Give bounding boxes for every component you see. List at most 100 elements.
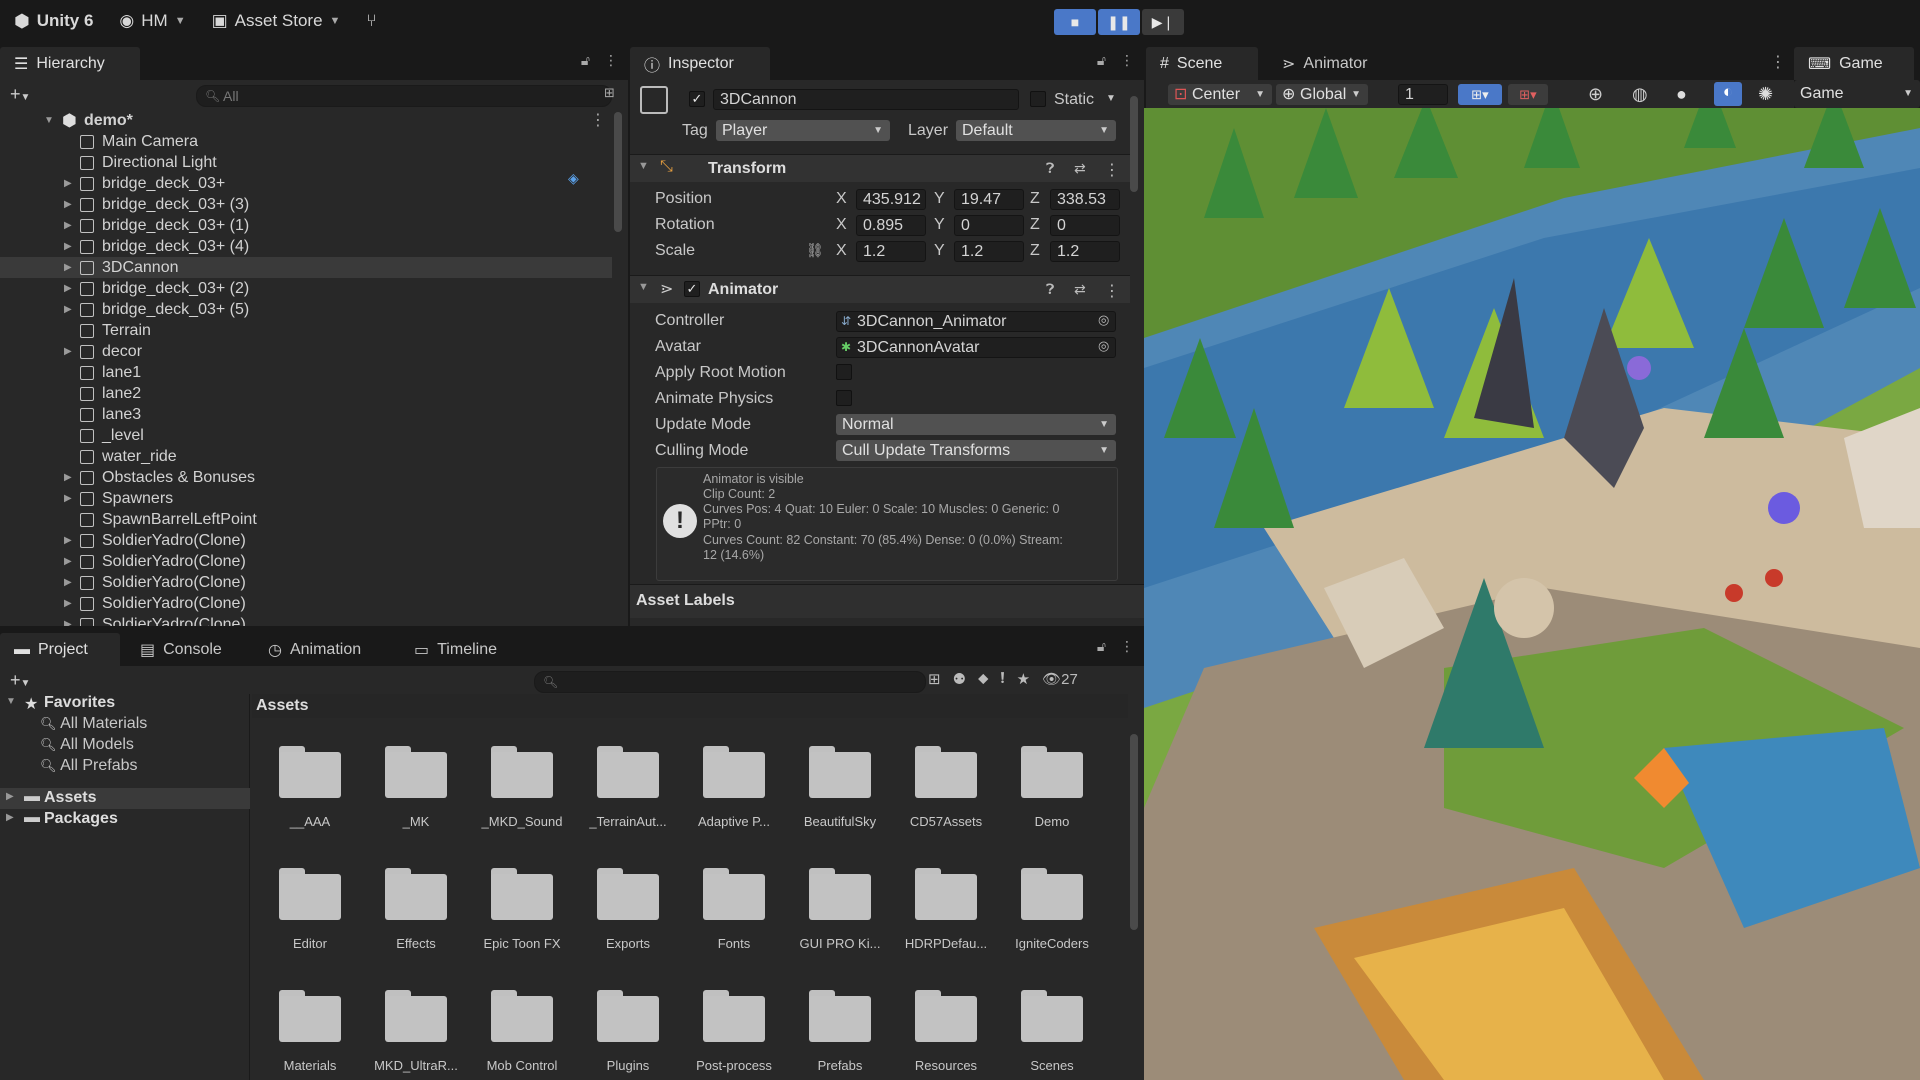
more-icon[interactable]: ⋮ — [1120, 638, 1134, 655]
hierarchy-search-input[interactable]: 🔍︎ All — [196, 85, 612, 107]
project-search-input[interactable]: 🔍︎ — [534, 671, 926, 693]
hierarchy-row[interactable]: water_ride — [0, 446, 612, 467]
hierarchy-scrollbar[interactable] — [614, 112, 622, 232]
hierarchy-row[interactable]: ▶ bridge_deck_03+ — [0, 173, 612, 194]
animate-physics-checkbox[interactable] — [836, 390, 852, 406]
asset-store-dropdown[interactable]: ▣ Asset Store ▼ — [212, 11, 341, 31]
scene-root-row[interactable]: ▼ ⬢ demo* ⋮ — [0, 110, 612, 131]
tab-animation[interactable]: ◷ Animation — [254, 633, 375, 666]
hierarchy-row[interactable]: ▶ Spawners — [0, 488, 612, 509]
asset-folder[interactable]: BeautifulSky — [804, 744, 918, 854]
preset-icon[interactable]: ⇄ — [1074, 160, 1086, 177]
tab-animator[interactable]: ⋗ Animator — [1268, 47, 1381, 80]
hierarchy-row[interactable]: ▶ bridge_deck_03+ (5) — [0, 299, 612, 320]
hierarchy-row[interactable]: ▶ bridge_deck_03+ (2) — [0, 278, 612, 299]
rotation-x-field[interactable]: 0.895 — [856, 215, 926, 236]
create-asset-button[interactable]: +▼ — [10, 670, 30, 691]
expand-arrow-icon[interactable]: ▶ — [64, 278, 72, 299]
hierarchy-row[interactable]: ▶ SoldierYadro(Clone) — [0, 572, 612, 593]
log-icon[interactable]: ❗︎ — [1001, 670, 1005, 688]
asset-folder[interactable]: Exports — [597, 866, 706, 976]
account-dropdown[interactable]: ◉ HM ▼ — [119, 11, 185, 31]
hierarchy-row[interactable]: lane3 — [0, 404, 612, 425]
hierarchy-row[interactable]: ▶ bridge_deck_03+ (4) — [0, 236, 612, 257]
link-icon[interactable]: ⛓︎ — [806, 242, 824, 259]
effects-icon[interactable]: ✺ — [1758, 84, 1773, 105]
expand-arrow-icon[interactable]: ▶ — [64, 614, 72, 626]
hierarchy-row[interactable]: ▶ Obstacles & Bonuses — [0, 467, 612, 488]
lock-icon[interactable]: 🔓︎ — [581, 52, 590, 69]
tab-scene[interactable]: # Scene — [1146, 47, 1258, 80]
asset-folder[interactable]: Effects — [385, 866, 494, 976]
expand-arrow-icon[interactable]: ▶ — [64, 215, 72, 236]
hierarchy-row[interactable]: Directional Light — [0, 152, 612, 173]
object-picker-icon[interactable]: ◎ — [1098, 312, 1109, 328]
expand-arrow-icon[interactable]: ▶ — [64, 467, 72, 488]
collapse-arrow-icon[interactable]: ▼ — [638, 281, 649, 293]
pause-button[interactable]: ❚❚ — [1098, 9, 1140, 35]
asset-folder[interactable]: Epic Toon FX — [483, 866, 600, 976]
game-display-dropdown[interactable]: Game — [1794, 80, 1920, 108]
asset-folder[interactable]: Scenes — [1021, 988, 1130, 1080]
expand-arrow-icon[interactable]: ▶ — [6, 812, 14, 823]
breadcrumb-item[interactable]: Assets — [256, 697, 308, 715]
favorite-star-icon[interactable]: ★ — [1017, 670, 1030, 688]
favorite-all-prefabs[interactable]: 🔍︎ All Prefabs — [40, 757, 138, 775]
update-mode-dropdown[interactable]: Normal — [836, 414, 1116, 435]
transform-header[interactable] — [630, 154, 1130, 182]
lighting-mode-icon[interactable]: ◐ — [1714, 82, 1742, 106]
asset-folder[interactable]: GUI PRO Ki... — [800, 866, 918, 976]
controller-field[interactable]: ⇵ 3DCannon_Animator — [836, 311, 1116, 332]
more-icon[interactable]: ⋮ — [1104, 160, 1120, 180]
more-icon[interactable]: ⋮ — [590, 110, 606, 131]
expand-arrow-icon[interactable]: ▶ — [64, 593, 72, 614]
asset-folder[interactable]: __AAA — [279, 744, 388, 854]
expand-arrow-icon[interactable]: ▶ — [6, 791, 14, 802]
project-scrollbar[interactable] — [1130, 734, 1138, 930]
static-checkbox[interactable] — [1030, 91, 1046, 107]
asset-folder[interactable]: _TerrainAut... — [589, 744, 706, 854]
expand-arrow-icon[interactable]: ▶ — [64, 299, 72, 320]
expand-arrow-icon[interactable]: ▶ — [64, 488, 72, 509]
expand-arrow-icon[interactable]: ▶ — [64, 236, 72, 257]
tab-game[interactable]: ⌨ Game — [1794, 47, 1914, 80]
more-icon[interactable]: ⋮ — [604, 52, 618, 69]
scale-z-field[interactable]: 1.2 — [1050, 241, 1120, 262]
tab-timeline[interactable]: ▭ Timeline — [400, 633, 511, 666]
filter-label-icon[interactable]: ⬥ — [978, 670, 989, 688]
version-control-button[interactable]: ⑂ — [366, 11, 376, 31]
expand-arrow-icon[interactable]: ▶ — [64, 341, 72, 362]
hierarchy-row[interactable]: Main Camera — [0, 131, 612, 152]
hierarchy-row[interactable]: ▶ SoldierYadro(Clone) — [0, 614, 612, 626]
position-x-field[interactable]: 435.912 — [856, 189, 926, 210]
asset-folder[interactable]: _MK — [385, 744, 494, 854]
pivot-dropdown[interactable]: ⊡ Center — [1168, 84, 1272, 105]
hierarchy-row[interactable]: ▶ 3DCannon — [0, 257, 612, 278]
layer-dropdown[interactable]: Default — [956, 120, 1116, 141]
hierarchy-row[interactable]: _level — [0, 425, 612, 446]
asset-folder[interactable]: CD57Assets — [910, 744, 1024, 854]
asset-folder[interactable]: Demo — [1021, 744, 1130, 854]
grid-snap-field[interactable]: 1 — [1398, 84, 1448, 105]
hierarchy-row[interactable]: ▶ decor — [0, 341, 612, 362]
lock-icon[interactable]: 🔓︎ — [1097, 52, 1106, 69]
tree-item-packages[interactable]: ▶ ▬ Packages — [0, 809, 250, 830]
more-icon[interactable]: ⋮ — [1770, 52, 1786, 72]
help-icon[interactable]: ❓︎ — [1046, 160, 1054, 177]
tag-dropdown[interactable]: Player — [716, 120, 890, 141]
more-icon[interactable]: ⋮ — [1120, 52, 1134, 69]
expand-arrow-icon[interactable]: ▶ — [64, 173, 72, 194]
unity-menu[interactable]: ⬢ Unity 6 — [14, 11, 93, 32]
step-button[interactable]: ▶❘ — [1142, 9, 1184, 35]
tab-inspector[interactable]: ⓘ Inspector — [630, 47, 770, 80]
inspector-scrollbar[interactable] — [1130, 96, 1138, 192]
expand-arrow-icon[interactable]: ▶ — [64, 194, 72, 215]
scene-visibility-icon[interactable]: ◍ — [1632, 84, 1648, 105]
asset-folder[interactable]: _MKD_Sound — [482, 744, 600, 854]
hierarchy-row[interactable]: SpawnBarrelLeftPoint — [0, 509, 612, 530]
asset-folder[interactable]: Adaptive P... — [698, 744, 812, 854]
rotation-z-field[interactable]: 0 — [1050, 215, 1120, 236]
expand-arrow-icon[interactable]: ▼ — [44, 110, 54, 131]
hierarchy-row[interactable]: ▶ bridge_deck_03+ (1) — [0, 215, 612, 236]
animator-header[interactable] — [630, 275, 1130, 303]
